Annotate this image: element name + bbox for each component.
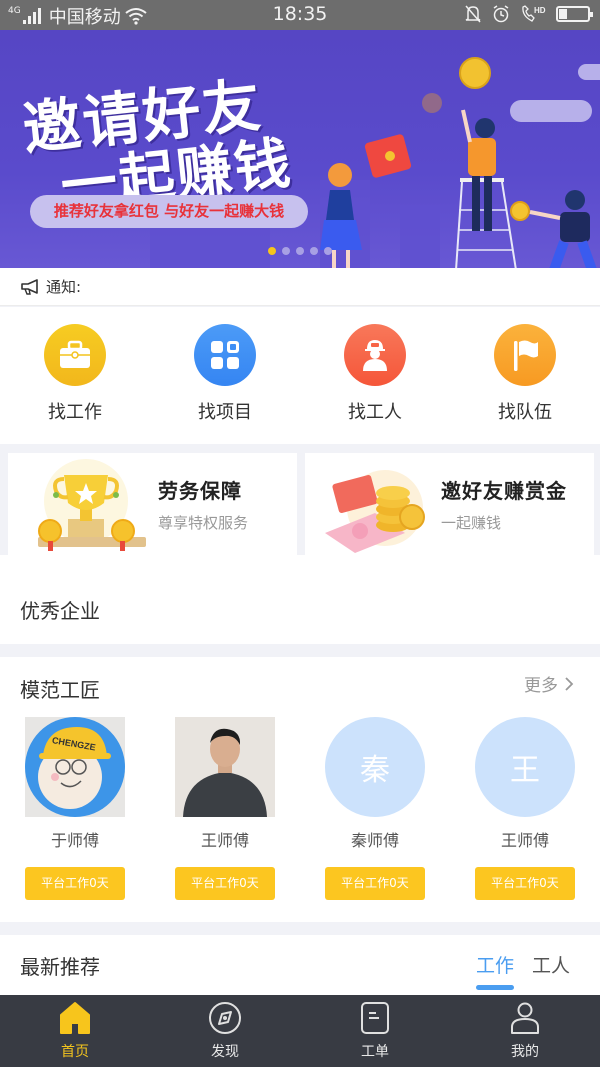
work-days-badge[interactable]: 平台工作0天 xyxy=(175,867,275,900)
promo-title: 劳务保障 xyxy=(158,479,242,503)
home-icon xyxy=(60,1002,90,1034)
craftsman-name: 秦师傅 xyxy=(350,831,399,850)
avatar: 王 xyxy=(475,717,575,817)
chevron-right-icon xyxy=(565,676,574,691)
craftsman-name: 王师傅 xyxy=(500,831,549,850)
bottom-nav: 首页 发现 工单 我的 xyxy=(0,995,600,1067)
megaphone-icon xyxy=(21,278,38,295)
avatar: CHENGZE xyxy=(25,717,125,817)
user-icon xyxy=(511,1002,539,1034)
work-days-badge[interactable]: 平台工作0天 xyxy=(325,867,425,900)
nav-discover[interactable]: 发现 xyxy=(150,995,300,1067)
avatar-initial: 王 xyxy=(510,753,540,788)
work-days-badge[interactable]: 平台工作0天 xyxy=(475,867,575,900)
recommend-tabs: 工作 工人 xyxy=(475,951,570,990)
notice-label: 通知: xyxy=(46,278,82,296)
trophy-icon xyxy=(38,459,146,551)
compass-icon xyxy=(209,1002,241,1034)
status-bar: 4G 中国移动 18:35 HD xyxy=(0,0,600,30)
promo-title: 邀好友赚赏金 xyxy=(441,479,567,503)
nav-work-orders[interactable]: 工单 xyxy=(300,995,450,1067)
avatar xyxy=(175,717,275,817)
carousel-dot[interactable] xyxy=(310,247,318,255)
quick-nav-find-worker[interactable]: 找工人 xyxy=(300,307,450,444)
battery-icon xyxy=(556,6,593,22)
promo-card-invite-reward[interactable]: 邀好友赚赏金 一起赚钱 xyxy=(305,453,594,555)
tab-workers[interactable]: 工人 xyxy=(532,951,570,978)
quick-nav-find-job[interactable]: 找工作 xyxy=(0,307,150,444)
quick-nav-label: 找队伍 xyxy=(498,402,552,423)
carousel-dot[interactable] xyxy=(324,247,332,255)
section-title: 模范工匠 xyxy=(20,678,100,702)
promo-subtitle: 一起赚钱 xyxy=(441,514,502,532)
carousel-dot[interactable] xyxy=(296,247,304,255)
flag-icon xyxy=(514,340,538,371)
hd-call-icon: HD xyxy=(522,5,546,22)
craftsman-card[interactable]: 秦 秦师傅 平台工作0天 xyxy=(300,717,450,900)
craftsman-card[interactable]: 王 王师傅 平台工作0天 xyxy=(450,717,600,900)
more-label: 更多 xyxy=(524,676,558,696)
nav-label: 工单 xyxy=(361,1044,389,1060)
section-title: 最新推荐 xyxy=(20,955,100,979)
nav-label: 首页 xyxy=(61,1044,89,1060)
latest-section: 最新推荐 工作 工人 xyxy=(0,935,600,995)
more-link[interactable]: 更多 xyxy=(524,671,574,696)
nav-profile[interactable]: 我的 xyxy=(450,995,600,1067)
craftsman-card[interactable]: CHENGZE 于师傅 平台工作0天 xyxy=(0,717,150,900)
carousel-dot[interactable] xyxy=(282,247,290,255)
notice-bar[interactable]: 通知: xyxy=(0,268,600,306)
nav-label: 我的 xyxy=(511,1044,539,1060)
cartoon-avatar-image: CHENGZE xyxy=(25,717,125,817)
quick-nav-label: 找项目 xyxy=(198,402,252,423)
briefcase-icon xyxy=(60,340,90,368)
coins-card-icon xyxy=(325,470,425,553)
quick-nav-find-team[interactable]: 找队伍 xyxy=(450,307,600,444)
carousel-dot[interactable] xyxy=(268,247,276,255)
quick-nav-label: 找工作 xyxy=(48,402,102,423)
work-days-badge[interactable]: 平台工作0天 xyxy=(25,867,125,900)
quick-nav-find-project[interactable]: 找项目 xyxy=(150,307,300,444)
craftsman-name: 王师傅 xyxy=(200,831,249,850)
section-title: 优秀企业 xyxy=(20,599,100,623)
grid-icon xyxy=(211,341,239,369)
bell-muted-icon xyxy=(465,5,481,23)
quick-nav: 找工作 找项目 找工人 找队伍 xyxy=(0,307,600,444)
people-illustration xyxy=(320,57,597,268)
quick-nav-label: 找工人 xyxy=(348,402,402,423)
document-icon xyxy=(361,1002,389,1034)
promo-banner[interactable]: 邀请好友 一起赚钱 推荐好友拿红包 与好友一起赚大钱 xyxy=(0,30,600,268)
craftsman-name: 于师傅 xyxy=(50,831,99,850)
worker-helmet-icon xyxy=(363,340,387,371)
alarm-icon xyxy=(493,5,509,23)
person-photo xyxy=(175,717,275,817)
avatar: 秦 xyxy=(325,717,425,817)
promo-card-labor-guarantee[interactable]: 劳务保障 尊享特权服务 xyxy=(8,453,297,555)
banner-subtitle: 推荐好友拿红包 与好友一起赚大钱 xyxy=(30,195,308,228)
craftsman-card[interactable]: 王师傅 平台工作0天 xyxy=(150,717,300,900)
avatar-initial: 秦 xyxy=(360,753,390,788)
carousel-indicator[interactable] xyxy=(268,247,332,255)
craftsmen-section: 模范工匠 更多 CHENGZE 于师傅 平台工作0天 王师傅 平台工作0天 秦 … xyxy=(0,657,600,922)
enterprise-section: 优秀企业 xyxy=(0,555,600,644)
tab-work[interactable]: 工作 xyxy=(475,951,514,990)
promo-subtitle: 尊享特权服务 xyxy=(158,514,249,532)
nav-label: 发现 xyxy=(211,1044,239,1060)
svg-text:HD: HD xyxy=(534,6,546,15)
nav-home[interactable]: 首页 xyxy=(0,995,150,1067)
